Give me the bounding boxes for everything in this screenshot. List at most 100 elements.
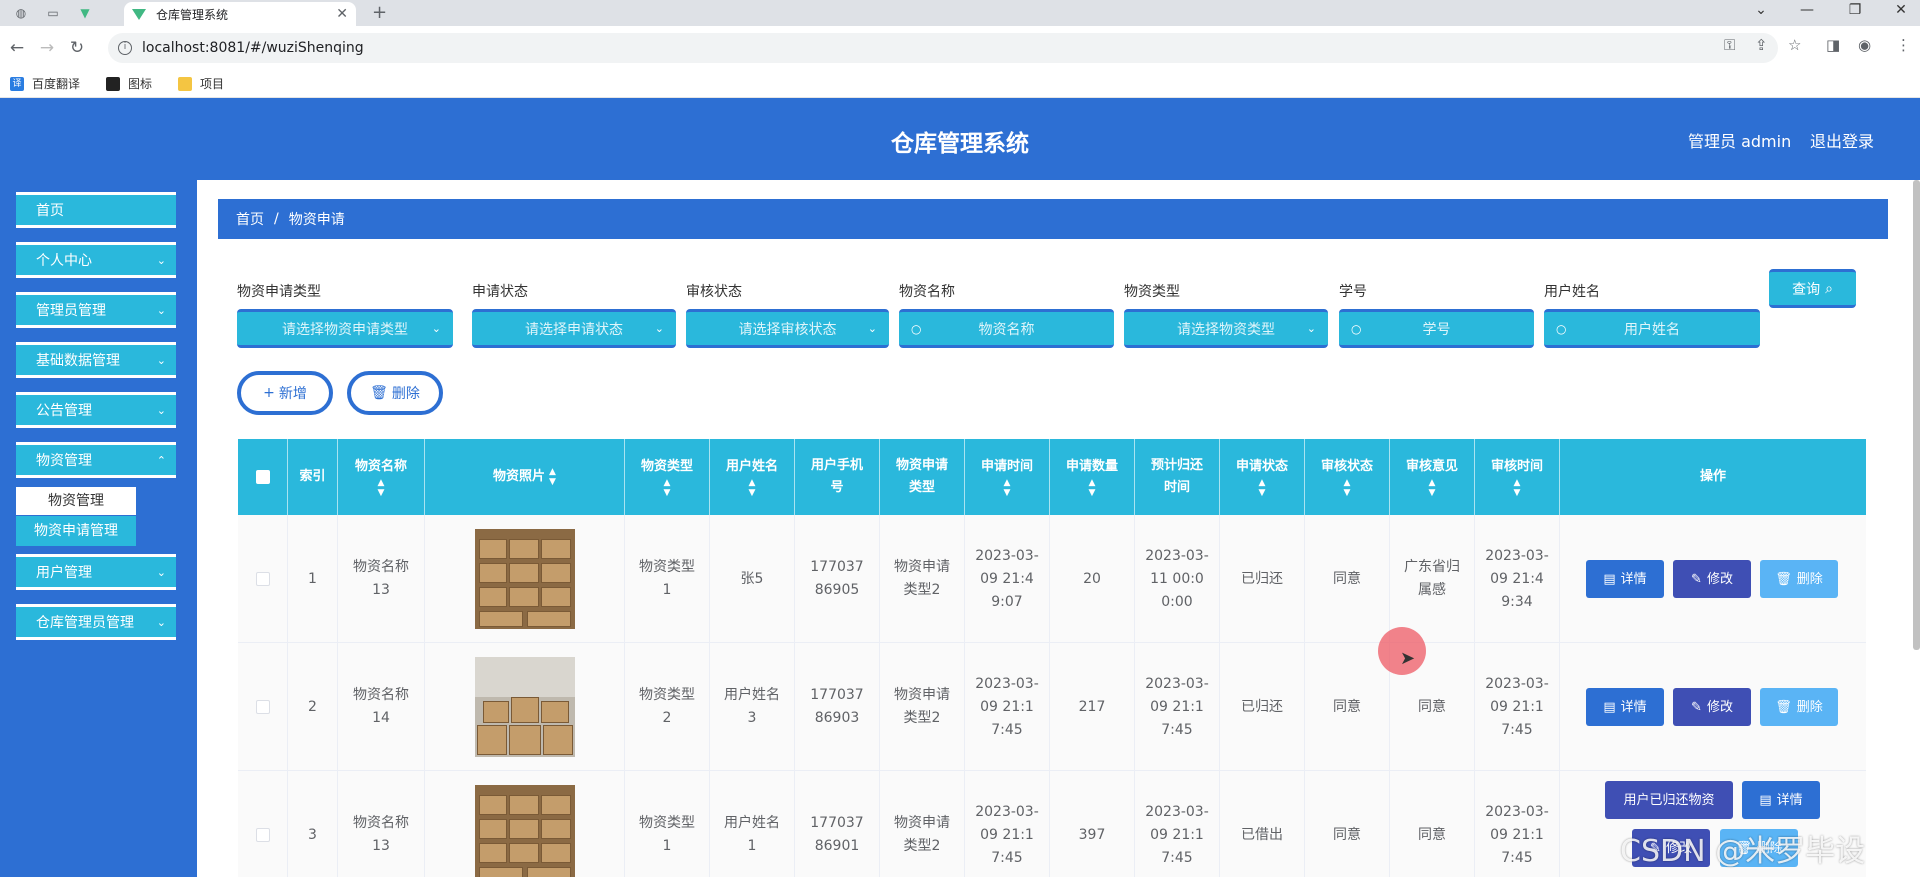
sort-icon[interactable]: ▲ ▼ bbox=[1429, 478, 1436, 498]
star-icon[interactable]: ☆ bbox=[1788, 36, 1801, 54]
window-close-icon[interactable]: ✕ bbox=[1886, 2, 1916, 18]
col-header[interactable]: 物资照片 ▲ ▼ bbox=[425, 439, 625, 515]
key-icon[interactable]: ⚿ bbox=[1724, 36, 1735, 54]
filter-student-id-input[interactable]: ○ 学号 bbox=[1339, 309, 1534, 348]
col-header[interactable]: 物资名称 ▲ ▼ bbox=[338, 439, 425, 515]
filter-apply-type-select[interactable]: 请选择物资申请类型 ⌄ bbox=[237, 309, 453, 348]
sort-icon[interactable]: ▲ ▼ bbox=[1344, 478, 1351, 498]
cell-name: 物资名称14 bbox=[338, 643, 425, 771]
edit-button[interactable]: ✎ 修改 bbox=[1673, 688, 1751, 726]
sort-icon[interactable]: ▲ ▼ bbox=[378, 478, 385, 498]
sort-icon[interactable]: ▲ ▼ bbox=[1089, 478, 1096, 498]
submenu-item-material-requests[interactable]: 物资申请管理 bbox=[16, 516, 136, 546]
breadcrumb-home[interactable]: 首页 bbox=[236, 209, 264, 229]
sort-icon[interactable]: ▲ ▼ bbox=[1259, 478, 1266, 498]
delete-button[interactable]: 🗑 删除 bbox=[1760, 688, 1838, 726]
material-photo[interactable] bbox=[474, 529, 575, 629]
material-photo[interactable] bbox=[474, 785, 575, 877]
returned-button[interactable]: 用户已归还物资 bbox=[1605, 781, 1733, 819]
globe-icon[interactable]: ◍ bbox=[8, 4, 34, 22]
row-checkbox-cell[interactable] bbox=[238, 643, 288, 771]
chevron-down-icon: ⌄ bbox=[156, 354, 166, 367]
chevron-down-icon[interactable]: ⌄ bbox=[1746, 2, 1776, 18]
col-header[interactable]: 用户手机号 bbox=[795, 439, 880, 515]
row-checkbox[interactable] bbox=[255, 700, 270, 714]
filter-placeholder: 学号 bbox=[1422, 321, 1451, 338]
sidebar-item-basedata[interactable]: 基础数据管理 ⌄ bbox=[16, 342, 176, 378]
bookmark-label: 图标 bbox=[128, 77, 153, 91]
select-all-checkbox[interactable] bbox=[255, 470, 270, 484]
sidebar-item-home[interactable]: 首页 bbox=[16, 192, 176, 228]
address-bar[interactable]: i localhost:8081/#/wuziShenqing bbox=[108, 33, 1778, 63]
col-header[interactable]: 申请数量 ▲ ▼ bbox=[1050, 439, 1135, 515]
detail-button[interactable]: ▤ 详情 bbox=[1586, 560, 1664, 598]
select-all-checkbox-cell[interactable] bbox=[238, 439, 288, 515]
filter-user-name-input[interactable]: ○ 用户姓名 bbox=[1544, 309, 1760, 348]
col-header-label: 申请状态 bbox=[1235, 459, 1288, 474]
add-button[interactable]: + 新增 bbox=[237, 371, 333, 415]
vue-tab-icon[interactable]: ▼ bbox=[72, 4, 98, 22]
more-icon[interactable]: ⋮ bbox=[1896, 36, 1911, 54]
col-header[interactable]: 审核状态 ▲ ▼ bbox=[1305, 439, 1390, 515]
delete-button[interactable]: 🗑 删除 bbox=[1760, 560, 1838, 598]
sort-icon[interactable]: ▲ ▼ bbox=[664, 478, 671, 498]
restore-icon[interactable]: ❐ bbox=[1840, 2, 1870, 18]
logout-link[interactable]: 退出登录 bbox=[1810, 128, 1874, 152]
minimize-icon[interactable]: — bbox=[1792, 2, 1822, 18]
info-icon[interactable]: i bbox=[118, 41, 132, 55]
submenu-item-materials[interactable]: 物资管理 bbox=[16, 487, 136, 515]
col-header-label: 审核状态 bbox=[1320, 459, 1373, 474]
blank-tab-icon[interactable]: ▭ bbox=[40, 4, 66, 22]
sidebar-item-notices[interactable]: 公告管理 ⌄ bbox=[16, 392, 176, 428]
sidebar-item-materials[interactable]: 物资管理 ⌃ bbox=[16, 442, 176, 478]
sidepanel-icon[interactable]: ◨ bbox=[1826, 36, 1840, 54]
col-header[interactable]: 申请状态 ▲ ▼ bbox=[1220, 439, 1305, 515]
reload-icon[interactable]: ↻ bbox=[62, 38, 92, 58]
share-icon[interactable]: ⇪ bbox=[1755, 36, 1768, 54]
filter-material-name-input[interactable]: ○ 物资名称 bbox=[899, 309, 1114, 348]
sort-icon[interactable]: ▲ ▼ bbox=[749, 478, 756, 498]
profile-icon[interactable]: ◉ bbox=[1858, 36, 1871, 54]
row-checkbox[interactable] bbox=[255, 572, 270, 586]
edit-button[interactable]: ✎ 修改 bbox=[1673, 560, 1751, 598]
row-checkbox-cell[interactable] bbox=[238, 515, 288, 643]
col-header[interactable]: 用户姓名 ▲ ▼ bbox=[710, 439, 795, 515]
sidebar-item-users[interactable]: 用户管理 ⌄ bbox=[16, 554, 176, 590]
col-header[interactable]: 物资类型 ▲ ▼ bbox=[625, 439, 710, 515]
page-scrollbar[interactable] bbox=[1913, 180, 1920, 650]
back-icon[interactable]: ← bbox=[2, 38, 32, 58]
forward-icon[interactable]: → bbox=[32, 38, 62, 58]
sort-icon[interactable]: ▲ ▼ bbox=[1004, 478, 1011, 498]
cell-return-time: 2023-03-09 21:17:45 bbox=[1135, 771, 1220, 877]
material-photo[interactable] bbox=[474, 657, 575, 757]
sort-icon[interactable]: ▲ ▼ bbox=[549, 467, 556, 487]
col-header[interactable]: 物资申请类型 bbox=[880, 439, 965, 515]
filter-material-type-select[interactable]: 请选择物资类型 ⌄ bbox=[1124, 309, 1328, 348]
close-icon[interactable]: ✕ bbox=[336, 6, 348, 22]
bookmark-projects[interactable]: 项目 bbox=[178, 75, 224, 92]
search-icon: ○ bbox=[911, 321, 922, 336]
bookmark-baidu-translate[interactable]: 译 百度翻译 bbox=[10, 75, 80, 92]
browser-tab-active[interactable]: 仓库管理系统 ✕ bbox=[124, 2, 356, 26]
col-header: 索引 bbox=[288, 439, 338, 515]
batch-delete-button[interactable]: 🗑 删除 bbox=[347, 371, 443, 415]
filter-review-status-select[interactable]: 请选择审核状态 ⌄ bbox=[686, 309, 889, 348]
bookmark-icons[interactable]: 图标 bbox=[106, 75, 152, 92]
detail-button[interactable]: ▤ 详情 bbox=[1586, 688, 1664, 726]
sort-icon[interactable]: ▲ ▼ bbox=[1514, 478, 1521, 498]
col-header[interactable]: 预计归还时间 bbox=[1135, 439, 1220, 515]
query-button[interactable]: 查询 ⌕ bbox=[1769, 269, 1856, 308]
detail-label: 详情 bbox=[1776, 792, 1803, 808]
new-tab-icon[interactable]: + bbox=[372, 2, 387, 23]
filter-apply-status-select[interactable]: 请选择申请状态 ⌄ bbox=[472, 309, 676, 348]
col-header[interactable]: 申请时间 ▲ ▼ bbox=[965, 439, 1050, 515]
row-checkbox[interactable] bbox=[255, 828, 270, 842]
col-header[interactable]: 审核意见 ▲ ▼ bbox=[1390, 439, 1475, 515]
detail-button[interactable]: ▤ 详情 bbox=[1742, 781, 1820, 819]
col-header[interactable]: 审核时间 ▲ ▼ bbox=[1475, 439, 1560, 515]
sidebar-item-admins[interactable]: 管理员管理 ⌄ bbox=[16, 292, 176, 328]
col-header-label: 索引 bbox=[299, 469, 326, 484]
sidebar-item-warehouse-admins[interactable]: 仓库管理员管理 ⌄ bbox=[16, 604, 176, 640]
row-checkbox-cell[interactable] bbox=[238, 771, 288, 877]
sidebar-item-profile[interactable]: 个人中心 ⌄ bbox=[16, 242, 176, 278]
